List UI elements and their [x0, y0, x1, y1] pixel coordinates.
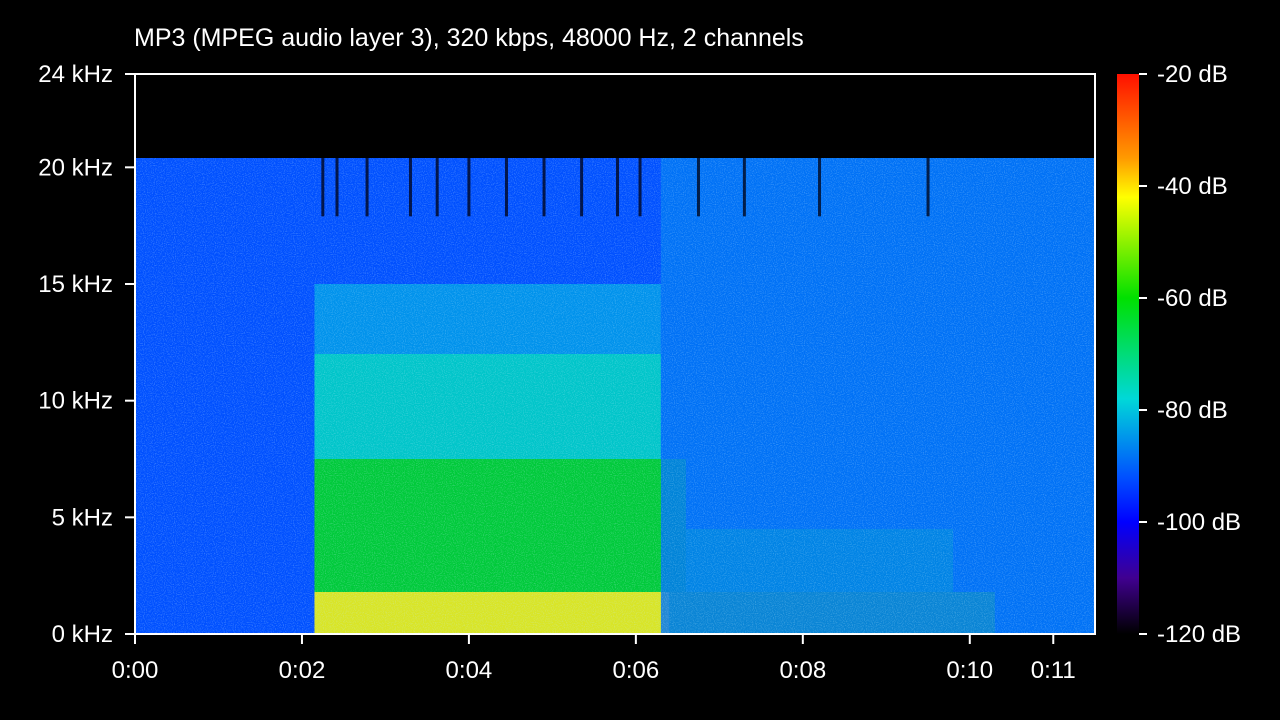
- frequency-cutoff-band: [135, 74, 1095, 158]
- x-tick-label: 0:08: [779, 657, 826, 684]
- notch-11: [696, 158, 700, 217]
- y-tick-label: 5 kHz: [52, 504, 113, 531]
- y-tick-label: 10 kHz: [38, 388, 113, 415]
- x-tick-label: 0:02: [279, 657, 326, 684]
- colorbar-tick-label: -80 dB: [1157, 397, 1228, 424]
- notch-2: [365, 158, 369, 217]
- notch-13: [818, 158, 822, 217]
- colorbar-scale: [1117, 74, 1139, 634]
- notch-4: [435, 158, 439, 217]
- colorbar-tick-label: -20 dB: [1157, 61, 1228, 88]
- x-tick-label: 0:06: [613, 657, 660, 684]
- notch-10: [638, 158, 642, 217]
- colorbar-tick-label: -120 dB: [1157, 621, 1241, 648]
- spectrogram-chart: MP3 (MPEG audio layer 3), 320 kbps, 4800…: [38, 24, 1241, 684]
- notch-1: [335, 158, 339, 217]
- y-tick-label: 0 kHz: [52, 621, 113, 648]
- x-tick-label: 0:11: [1031, 657, 1076, 684]
- colorbar-tick-label: -100 dB: [1157, 509, 1241, 536]
- colorbar-tick-label: -60 dB: [1157, 285, 1228, 312]
- notch-9: [616, 158, 620, 217]
- y-tick-label: 20 kHz: [38, 154, 113, 181]
- colorbar-tick-label: -40 dB: [1157, 173, 1228, 200]
- x-tick-label: 0:04: [446, 657, 493, 684]
- colorbar-ticks: -20 dB -40 dB -60 dB -80 dB -100 dB -120 dB: [1139, 61, 1241, 648]
- y-axis-ticks: 0 kHz 5 kHz 10 kHz 15 kHz 20 kHz 24 kHz: [38, 61, 135, 648]
- noise-texture: [135, 158, 1095, 634]
- notch-8: [580, 158, 584, 217]
- notch-0: [321, 158, 325, 217]
- spectrogram-plot-area: [135, 74, 1095, 634]
- notch-3: [408, 158, 412, 217]
- notch-5: [467, 158, 471, 217]
- y-tick-label: 24 kHz: [38, 61, 113, 88]
- notch-14: [926, 158, 930, 217]
- notch-6: [504, 158, 508, 217]
- x-tick-label: 0:00: [112, 657, 159, 684]
- y-tick-label: 15 kHz: [38, 271, 113, 298]
- x-tick-label: 0:10: [946, 657, 993, 684]
- colorbar: -20 dB -40 dB -60 dB -80 dB -100 dB -120 dB: [1117, 61, 1241, 648]
- x-axis-ticks: 0:00 0:02 0:04 0:06 0:08 0:10 0:11: [112, 634, 1076, 684]
- chart-title: MP3 (MPEG audio layer 3), 320 kbps, 4800…: [134, 24, 804, 52]
- notch-7: [542, 158, 546, 217]
- notch-12: [742, 158, 746, 217]
